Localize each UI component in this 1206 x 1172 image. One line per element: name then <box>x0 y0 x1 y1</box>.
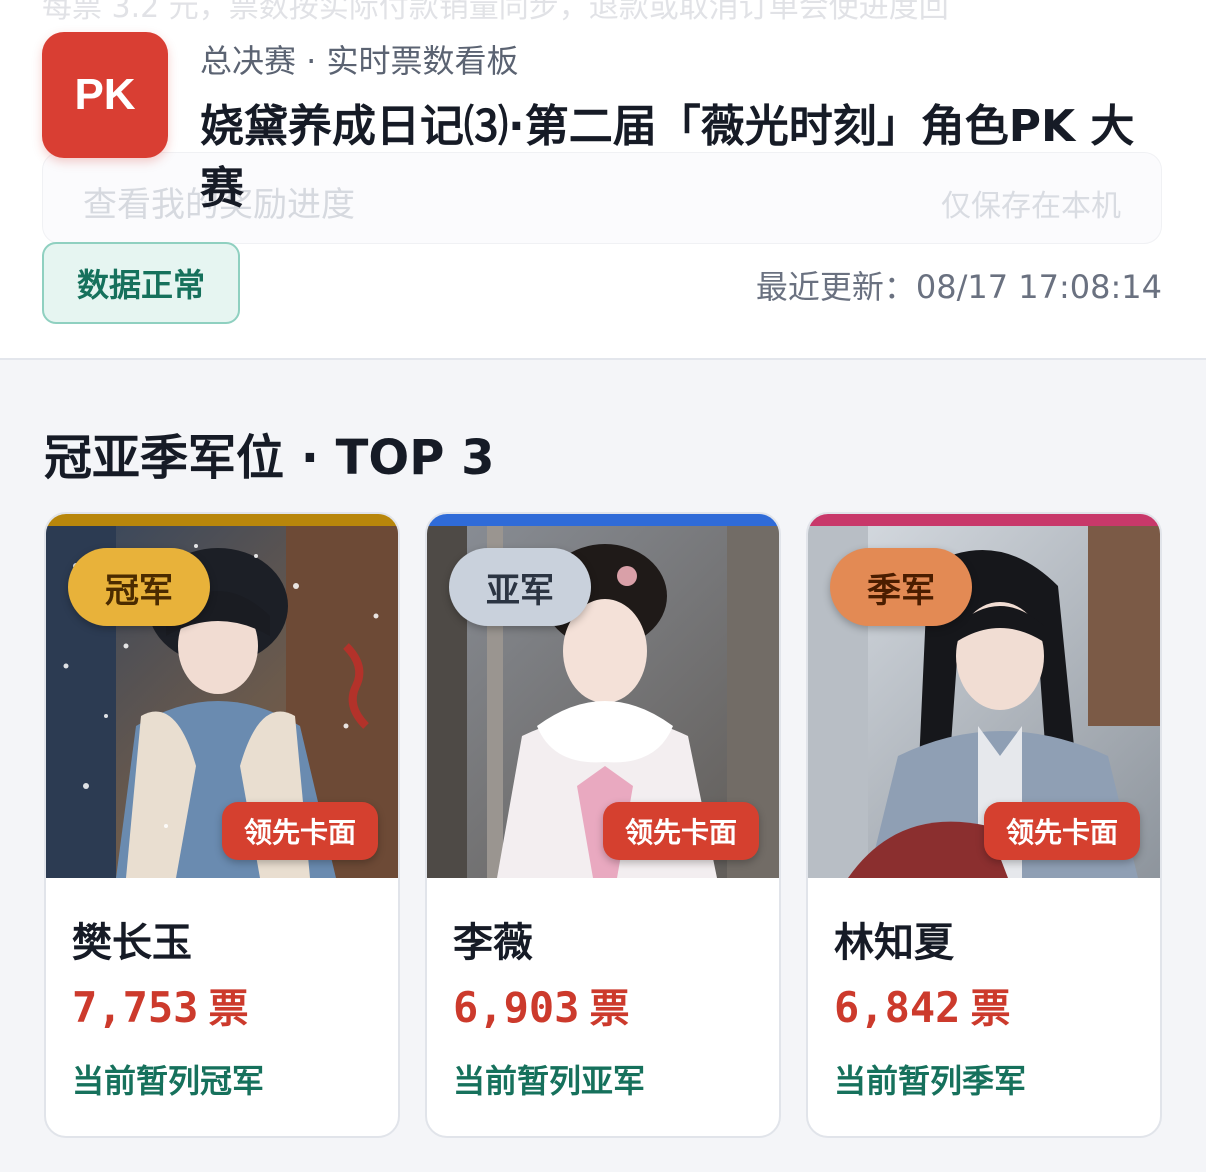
character-name: 李薇 <box>453 920 533 966</box>
card-accent-stripe <box>427 514 779 526</box>
section-title: 冠亚季军位 · TOP 3 <box>44 430 495 486</box>
last-updated-value: 08/17 17:08:14 <box>915 268 1162 306</box>
vote-unit: 票 <box>970 986 1011 1032</box>
leader-card-tag[interactable]: 领先卡面 <box>983 802 1140 860</box>
leader-card-tag[interactable]: 领先卡面 <box>602 802 759 860</box>
rank-badge: 冠军 <box>68 548 210 626</box>
rank-note: 当前暂列亚军 <box>453 1062 646 1100</box>
card-accent-stripe <box>808 514 1160 526</box>
rank-note: 当前暂列冠军 <box>72 1062 265 1100</box>
pk-logo: PK <box>42 32 168 158</box>
character-name: 林知夏 <box>834 920 954 966</box>
page-title: 娆黛养成日记⑶·第二届「薇光时刻」角色PK 大赛 <box>200 101 1135 214</box>
card-accent-stripe <box>46 514 398 526</box>
last-updated: 最近更新：08/17 17:08:14 <box>756 262 1162 308</box>
background-notice-text: 每票 3.2 元，票数按实际付款销量同步，退款或取消订单会使进度回 <box>42 0 949 25</box>
podium-card-champion[interactable]: 冠军 领先卡面 樊长玉 7,753 票 当前暂列冠军 <box>44 512 400 1138</box>
rank-badge: 季军 <box>830 548 972 626</box>
vote-number: 7,753 <box>72 983 199 1032</box>
character-name: 樊长玉 <box>72 920 192 966</box>
rank-badge: 亚军 <box>449 548 591 626</box>
vote-number: 6,903 <box>453 983 580 1032</box>
header: 每票 3.2 元，票数按实际付款销量同步，退款或取消订单会使进度回 查看我的奖励… <box>0 0 1206 360</box>
vote-count: 6,903 票 <box>453 976 629 1034</box>
page-subtitle: 总决赛 · 实时票数看板 <box>200 42 519 80</box>
vote-number: 6,842 <box>834 983 961 1032</box>
podium-card-runner-up[interactable]: 亚军 领先卡面 李薇 6,903 票 当前暂列亚军 <box>425 512 781 1138</box>
status-badge: 数据正常 <box>42 242 240 324</box>
vote-unit: 票 <box>589 986 630 1032</box>
vote-count: 6,842 票 <box>834 976 1010 1034</box>
rank-note: 当前暂列季军 <box>834 1062 1027 1100</box>
podium-card-third[interactable]: 季军 领先卡面 林知夏 6,842 票 当前暂列季军 <box>806 512 1162 1138</box>
leader-card-tag[interactable]: 领先卡面 <box>221 802 378 860</box>
vote-count: 7,753 票 <box>72 976 248 1034</box>
last-updated-label: 最近更新： <box>755 268 916 306</box>
vote-unit: 票 <box>208 986 249 1032</box>
